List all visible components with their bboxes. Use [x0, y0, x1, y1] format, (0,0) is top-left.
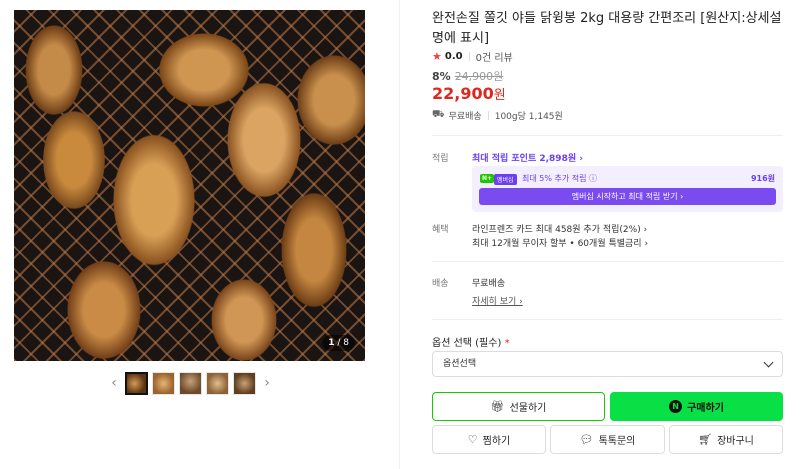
truck-icon: ⛟: [432, 109, 445, 120]
cart-button[interactable]: 🛒︎ 장바구니: [669, 425, 783, 454]
thumbnail[interactable]: [206, 371, 229, 395]
thumbnail-strip: ‹ ›: [107, 370, 274, 396]
talktalk-button[interactable]: 💬︎ 톡톡문의: [550, 425, 665, 454]
required-mark: *: [504, 338, 510, 349]
gift-icon: 🎁︎: [490, 400, 505, 413]
card-benefit-link[interactable]: 라인프렌즈 카드 최대 458원 추가 적립(2%) ›: [472, 222, 647, 235]
thumbnail[interactable]: [179, 371, 202, 395]
thumb-next-icon[interactable]: ›: [260, 371, 274, 395]
thumbnail[interactable]: [152, 371, 175, 395]
membership-points-box: N+ 멤버십 최대 5% 추가 적립 ⓘ 916원 멤버십 시작하고 최대 적립…: [472, 166, 783, 212]
wishlist-button-label: 찜하기: [482, 436, 511, 447]
thumb-prev-icon[interactable]: ‹: [107, 371, 121, 395]
product-gallery: 1 / 8 ‹ ›: [0, 0, 400, 469]
cart-icon: 🛒︎: [698, 433, 713, 446]
membership-badge: 멤버십: [494, 174, 517, 185]
wishlist-button[interactable]: ♡ 찜하기: [432, 425, 546, 454]
sale-price-value: 22,900: [432, 84, 494, 103]
delivery-value: 무료배송: [472, 279, 506, 289]
benefits-label: 혜택: [432, 225, 449, 235]
divider: [432, 135, 783, 136]
chat-bubble-icon: 💬︎: [579, 433, 594, 446]
rating-separator: [468, 52, 470, 61]
naver-plus-badge: N+: [480, 174, 495, 183]
gift-button[interactable]: 🎁︎ 선물하기: [432, 392, 605, 421]
unit-price: 100g당 1,145원: [494, 112, 563, 122]
max-points-link[interactable]: 최대 적립 포인트 2,898원 ›: [472, 151, 583, 164]
discount-rate: 8%: [432, 69, 451, 83]
thumbnail[interactable]: [125, 371, 148, 395]
product-main-image[interactable]: 1 / 8: [14, 10, 365, 361]
talktalk-button-label: 톡톡문의: [598, 436, 636, 447]
delivery-detail-link[interactable]: 자세히 보기 ›: [472, 294, 523, 307]
image-counter-current: 1: [328, 338, 335, 348]
product-title: 완전손질 쫄깃 야들 닭윙봉 2kg 대용량 간편조리 [원산지:상세설명에 표…: [432, 11, 782, 46]
option-select[interactable]: 옵션선택: [432, 351, 783, 377]
heart-icon: ♡: [467, 433, 478, 446]
membership-start-button[interactable]: 멤버십 시작하고 최대 적립 받기 ›: [479, 188, 776, 205]
cart-button-label: 장바구니: [717, 436, 754, 447]
installment-benefit-link[interactable]: 최대 12개월 무이자 할부 • 60개월 특별금리 ›: [472, 236, 648, 249]
shipping-fee: 무료배송: [448, 112, 482, 122]
naver-pay-icon: N: [669, 400, 683, 413]
review-count-link[interactable]: 0건 리뷰: [476, 49, 513, 64]
shipping-separator: [487, 111, 489, 120]
gift-button-label: 선물하기: [509, 403, 547, 414]
rating-score: 0.0: [444, 51, 463, 62]
star-icon: ★: [432, 50, 442, 63]
sale-price: 22,900원: [432, 84, 506, 103]
image-counter: 1 / 8: [322, 335, 355, 351]
thumbnail[interactable]: [233, 371, 256, 395]
shipping-summary: ⛟ 무료배송 100g당 1,145원: [432, 109, 563, 122]
discount-row: 8% 24,900원: [432, 68, 503, 84]
original-price: 24,900원: [454, 70, 504, 83]
chevron-down-icon: [763, 357, 774, 368]
option-select-value: 옵션선택: [443, 359, 477, 369]
image-counter-total: / 8: [337, 338, 349, 348]
sale-price-unit: 원: [493, 88, 506, 103]
option-label-text: 옵션 선택 (필수): [432, 338, 502, 349]
option-label: 옵션 선택 (필수) *: [432, 334, 510, 349]
buy-button[interactable]: N 구매하기: [610, 392, 783, 421]
buy-button-label: 구매하기: [687, 403, 724, 414]
extra-points-amount: 916원: [750, 174, 775, 183]
extra-points-text[interactable]: 최대 5% 추가 적립 ⓘ: [522, 173, 597, 184]
delivery-label: 배송: [432, 279, 449, 289]
divider: [432, 319, 783, 320]
rating-row: ★ 0.0 0건 리뷰: [432, 49, 513, 64]
divider: [432, 261, 783, 262]
points-label: 적립: [432, 154, 449, 164]
panel-divider: [399, 0, 400, 469]
